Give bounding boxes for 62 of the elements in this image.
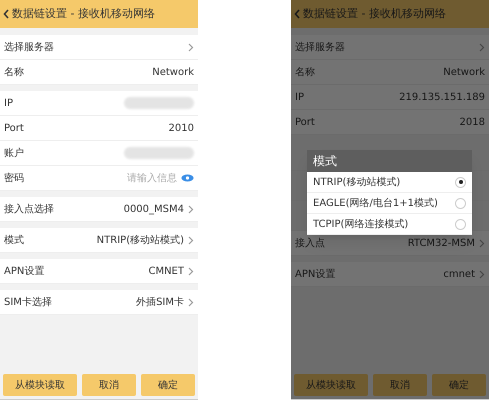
eye-icon[interactable] [181,174,194,182]
action-button[interactable]: 取消 [82,374,136,396]
row-label: APN设置 [295,268,336,282]
radio-button[interactable] [455,198,466,208]
row-label: 选择服务器 [295,40,345,54]
option-label: NTRIP(移动站模式) [313,176,400,190]
radio-option[interactable]: EAGLE(网络/电台1+1模式) [307,193,472,214]
row-value: cmnet [443,268,475,282]
row-label: 接入点选择 [4,202,54,216]
dialog-title: 模式 [307,150,472,172]
row-label: Port [4,122,24,136]
row-value: Network [152,66,194,80]
row-label: 账户 [4,146,24,160]
blurred-value [124,97,194,109]
row-value: 219.135.151.189 [399,90,485,104]
action-button[interactable]: 确定 [141,374,195,396]
chevron-right-icon [188,236,194,244]
row-label: Port [295,116,315,130]
row-label: 密码 [4,172,24,186]
row-label: 接入点 [295,236,325,250]
row-label: SIM卡选择 [4,296,52,310]
back-icon[interactable] [3,9,9,19]
row-label: 名称 [4,66,24,80]
row-label: 选择服务器 [4,40,54,54]
chevron-right-icon [479,238,485,248]
settings-row[interactable]: 模式 NTRIP(移动站模式) [0,228,198,253]
blurred-value [124,147,194,159]
password-field[interactable]: 请输入信息 [117,170,177,186]
row-value: 0000_MSM4 [124,202,184,216]
chevron-right-icon [479,270,485,278]
screen-title: 数据链设置 - 接收机移动网络 [12,6,155,22]
radio-button[interactable] [455,176,466,188]
settings-row[interactable]: SIM卡选择 外插SIM卡 [0,290,198,315]
row-value: RTCM32-MSM [408,236,475,250]
chevron-right-icon [188,266,194,276]
row-label: APN设置 [4,264,44,278]
row-value: Network [443,66,485,80]
radio-button[interactable] [455,218,466,230]
row-value: 2010 [168,122,194,136]
radio-option[interactable]: TCPIP(网络连接模式) [307,214,472,235]
option-label: TCPIP(网络连接模式) [313,218,408,232]
settings-row[interactable]: APN设置 cmnet [291,262,489,287]
action-button[interactable]: 从模块读取 [3,374,77,396]
row-value: 2018 [460,116,485,130]
chevron-right-icon [188,298,194,306]
chevron-right-icon [479,42,485,52]
chevron-right-icon [188,204,194,214]
option-label: EAGLE(网络/电台1+1模式) [313,196,438,210]
row-label: 模式 [4,234,24,248]
screen-title: 数据链设置 - 接收机移动网络 [303,6,446,22]
row-value: NTRIP(移动站模式) [96,234,184,248]
row-label: 名称 [295,66,315,80]
settings-row[interactable]: 选择服务器 [0,35,198,60]
row-label: IP [295,90,304,104]
settings-row[interactable]: 选择服务器 [291,35,489,60]
row-label: IP [4,96,13,110]
radio-option[interactable]: NTRIP(移动站模式) [307,172,472,193]
settings-row[interactable]: APN设置 CMNET [0,259,198,284]
row-value: 外插SIM卡 [136,296,184,310]
settings-row[interactable]: 接入点选择 0000_MSM4 [0,197,198,222]
row-value: CMNET [148,264,184,278]
chevron-right-icon [188,42,194,52]
